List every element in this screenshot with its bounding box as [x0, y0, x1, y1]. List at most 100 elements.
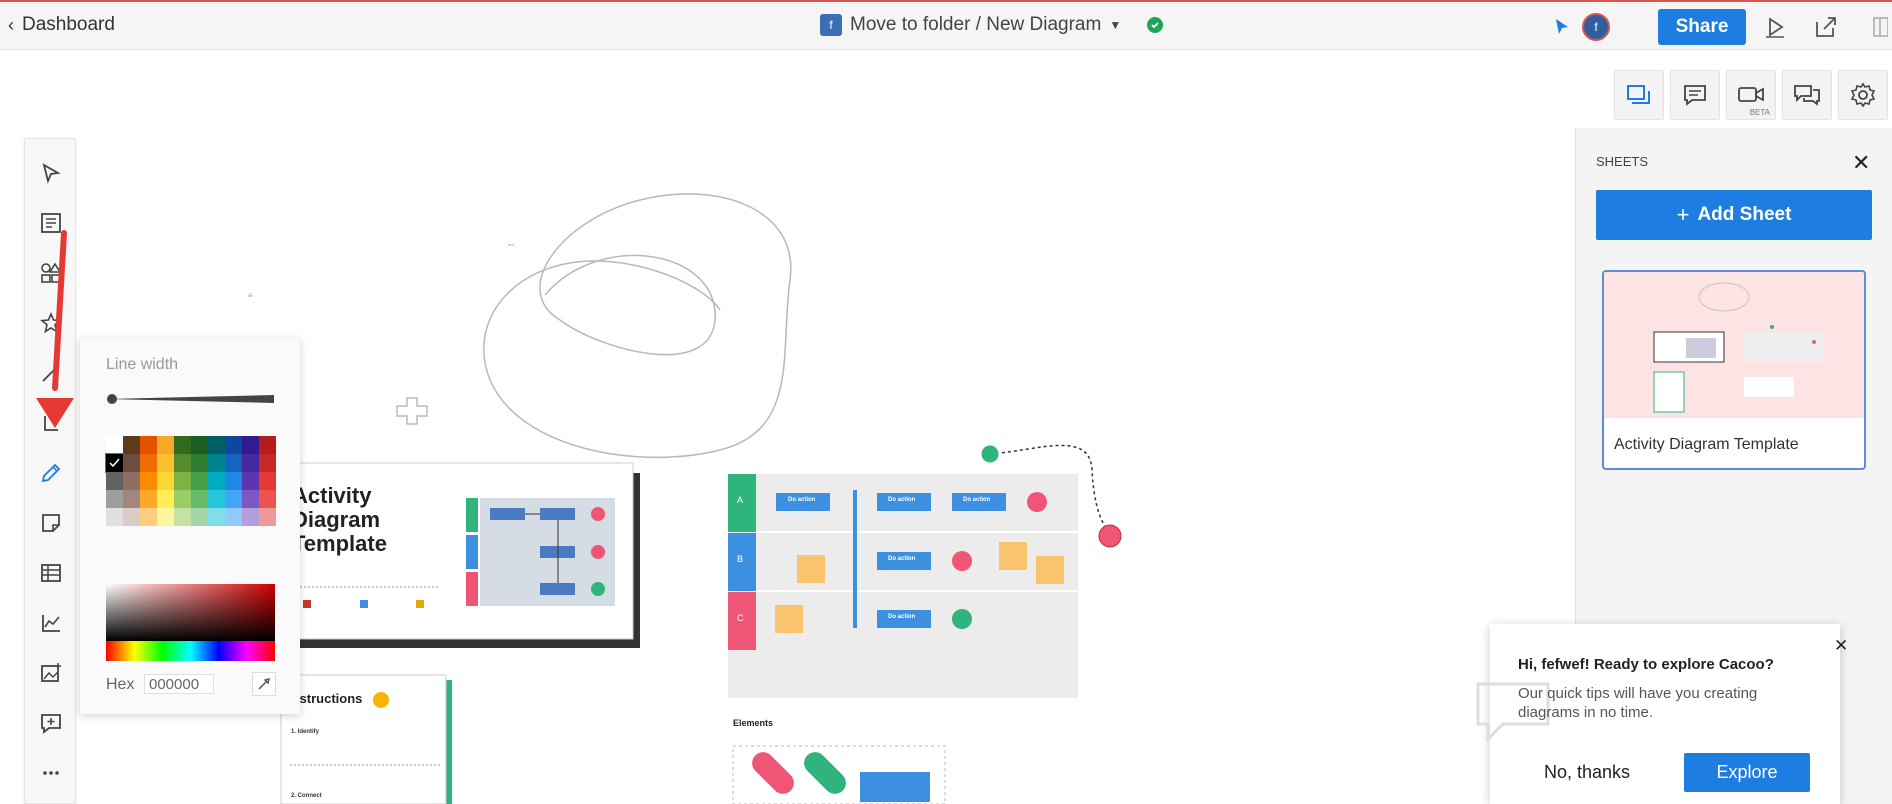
sticky-note-tool[interactable]: [25, 501, 77, 545]
close-tip-icon[interactable]: ✕: [1834, 636, 1848, 656]
color-swatch[interactable]: [208, 490, 225, 508]
lane-c-label: C: [737, 613, 744, 623]
color-palette[interactable]: [105, 436, 276, 531]
add-sheet-label: Add Sheet: [1697, 204, 1792, 225]
video-button[interactable]: BETA: [1726, 70, 1776, 120]
no-thanks-button[interactable]: No, thanks: [1544, 762, 1630, 783]
color-swatch[interactable]: [174, 508, 191, 526]
color-swatch[interactable]: [225, 490, 242, 508]
color-swatch[interactable]: [140, 436, 157, 454]
sheet-name: Activity Diagram Template: [1614, 436, 1799, 453]
add-comment-tool[interactable]: [25, 701, 77, 745]
folder-badge: f: [820, 14, 842, 36]
color-swatch[interactable]: [123, 472, 140, 490]
color-swatch[interactable]: [259, 436, 276, 454]
color-swatch[interactable]: [259, 508, 276, 526]
sticky-note-icon: [42, 514, 60, 532]
color-swatch[interactable]: [140, 472, 157, 490]
color-swatch[interactable]: [259, 454, 276, 472]
cursor-icon[interactable]: [1547, 12, 1577, 42]
color-swatch[interactable]: [225, 472, 242, 490]
color-swatch[interactable]: [123, 490, 140, 508]
back-to-dashboard-link[interactable]: ‹ Dashboard: [8, 14, 115, 36]
color-swatch[interactable]: [123, 454, 140, 472]
select-tool[interactable]: [25, 151, 77, 195]
color-swatch[interactable]: [191, 508, 208, 526]
table-tool[interactable]: [25, 551, 77, 595]
line-width-slider[interactable]: [106, 391, 274, 404]
color-swatch[interactable]: [191, 454, 208, 472]
color-swatch[interactable]: [174, 472, 191, 490]
color-swatch[interactable]: [242, 454, 259, 472]
video-icon: [1738, 87, 1764, 102]
color-swatch[interactable]: [140, 454, 157, 472]
activity-template-title: Activity Diagram Template: [292, 483, 387, 556]
color-swatch[interactable]: [157, 472, 174, 490]
color-swatch[interactable]: [157, 508, 174, 526]
more-tools[interactable]: [25, 751, 77, 795]
color-swatch[interactable]: [191, 436, 208, 454]
color-swatch[interactable]: [105, 453, 124, 473]
export-icon[interactable]: [1811, 12, 1841, 42]
color-swatch[interactable]: [157, 490, 174, 508]
color-swatch[interactable]: [208, 508, 225, 526]
color-swatch[interactable]: [174, 436, 191, 454]
color-swatch[interactable]: [225, 508, 242, 526]
add-sheet-button[interactable]: + Add Sheet: [1596, 190, 1872, 240]
color-swatch[interactable]: [225, 436, 242, 454]
color-swatch[interactable]: [259, 472, 276, 490]
line-style-popup: Line width Hex: [80, 338, 300, 714]
image-tool[interactable]: [25, 651, 77, 695]
play-icon[interactable]: [1760, 12, 1790, 42]
color-swatch[interactable]: [242, 508, 259, 526]
color-swatch[interactable]: [106, 472, 123, 490]
caret-down-icon[interactable]: ▼: [1109, 18, 1121, 32]
color-swatch[interactable]: [259, 490, 276, 508]
color-swatch[interactable]: [123, 436, 140, 454]
explore-button[interactable]: Explore: [1684, 753, 1810, 792]
color-swatch[interactable]: [174, 454, 191, 472]
color-swatch[interactable]: [225, 454, 242, 472]
settings-button[interactable]: [1838, 70, 1888, 120]
color-swatch[interactable]: [106, 508, 123, 526]
color-swatch[interactable]: [191, 490, 208, 508]
color-swatch[interactable]: [106, 490, 123, 508]
comments-button[interactable]: [1670, 70, 1720, 120]
eyedropper-button[interactable]: [252, 672, 276, 696]
color-swatch[interactable]: [242, 436, 259, 454]
eyedropper-icon: [258, 677, 271, 690]
action-box-label: Do action: [788, 497, 816, 503]
color-swatch[interactable]: [242, 490, 259, 508]
sheet-card[interactable]: Activity Diagram Template: [1602, 270, 1866, 470]
svg-text:≡: ≡: [248, 291, 253, 300]
color-swatch[interactable]: [208, 472, 225, 490]
color-saturation-picker[interactable]: [106, 584, 275, 641]
color-swatch[interactable]: [157, 436, 174, 454]
color-swatch[interactable]: [123, 508, 140, 526]
color-swatch[interactable]: [106, 436, 123, 454]
sheets-toggle-button[interactable]: [1614, 70, 1664, 120]
color-swatch[interactable]: [208, 436, 225, 454]
elements-label: Elements: [733, 718, 774, 728]
step-identify: 1. Identify: [291, 729, 320, 735]
breadcrumb[interactable]: f Move to folder / New Diagram ▼: [820, 14, 1164, 36]
hue-slider[interactable]: [106, 641, 275, 661]
color-swatch[interactable]: [208, 454, 225, 472]
share-button[interactable]: Share: [1658, 9, 1746, 45]
table-icon: [41, 564, 61, 582]
diagram-path[interactable]: Move to folder / New Diagram: [850, 14, 1101, 36]
color-swatch[interactable]: [140, 508, 157, 526]
color-swatch[interactable]: [157, 454, 174, 472]
color-swatch[interactable]: [174, 490, 191, 508]
color-swatch[interactable]: [140, 490, 157, 508]
hex-input[interactable]: [144, 674, 214, 694]
color-swatch[interactable]: [191, 472, 208, 490]
chevron-left-icon: ‹: [8, 14, 14, 35]
close-sheets-icon[interactable]: ✕: [1852, 150, 1870, 176]
pen-tool[interactable]: [25, 451, 77, 495]
chat-button[interactable]: [1782, 70, 1832, 120]
color-swatch[interactable]: [242, 472, 259, 490]
avatar[interactable]: f: [1582, 13, 1610, 41]
panel-toggle-icon[interactable]: [1864, 12, 1892, 42]
chart-tool[interactable]: [25, 601, 77, 645]
